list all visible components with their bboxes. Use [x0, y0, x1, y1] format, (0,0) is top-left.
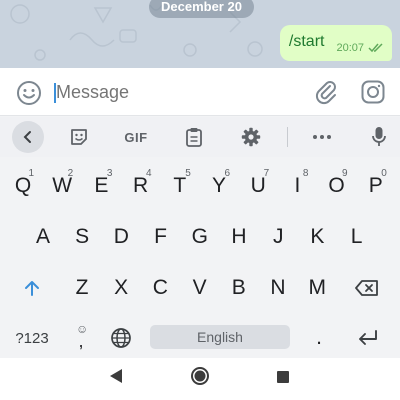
key-label: F — [154, 225, 167, 248]
mic-icon[interactable] — [367, 125, 391, 149]
backspace-key[interactable] — [347, 268, 387, 308]
key-label: I — [294, 174, 301, 197]
key-hint: 4 — [146, 168, 152, 179]
period-key[interactable]: . — [302, 318, 336, 358]
key-m[interactable]: M — [300, 268, 334, 308]
key-hint: 8 — [302, 168, 309, 179]
key-label: G — [191, 225, 208, 248]
outgoing-message-bubble[interactable]: /start 20:07 — [279, 25, 392, 61]
camera-icon[interactable] — [360, 79, 386, 105]
key-v[interactable]: V — [183, 268, 217, 308]
key-label: M — [308, 276, 326, 299]
backspace-icon — [355, 280, 378, 296]
key-s[interactable]: S — [65, 217, 99, 257]
key-f[interactable]: F — [144, 217, 178, 257]
key-r[interactable]: R4 — [124, 166, 158, 206]
key-label: V — [192, 276, 207, 299]
key-q[interactable]: Q1 — [6, 166, 40, 206]
key-c[interactable]: C — [143, 268, 177, 308]
key-label: C — [152, 276, 168, 299]
nav-home-icon[interactable] — [190, 366, 210, 386]
message-input[interactable] — [56, 82, 286, 103]
keyboard: Q1W2E3R4T5Y6U7I8O9P0 ASDFGHJKL ZXCVBNM ?… — [0, 157, 400, 358]
nav-recents-icon[interactable] — [277, 371, 289, 383]
chat-area: December 20 /start 20:07 — [0, 0, 400, 68]
key-j[interactable]: J — [261, 217, 295, 257]
double-check-icon — [368, 43, 383, 53]
toolbar-divider — [287, 127, 288, 147]
emoji-icon[interactable] — [16, 80, 42, 106]
language-key[interactable] — [104, 318, 138, 358]
key-label: D — [113, 225, 129, 248]
key-label: N — [270, 276, 286, 299]
nav-back-icon[interactable] — [109, 368, 123, 384]
key-hint: 5 — [185, 168, 191, 179]
more-icon[interactable] — [309, 125, 335, 149]
key-label: S — [75, 225, 90, 248]
gif-button[interactable]: GIF — [122, 125, 150, 149]
key-label: A — [35, 225, 50, 248]
key-label: H — [231, 225, 247, 248]
key-g[interactable]: G — [183, 217, 217, 257]
key-a[interactable]: A — [26, 217, 60, 257]
gif-label: GIF — [124, 129, 148, 145]
key-label: L — [350, 225, 363, 248]
key-label: Z — [75, 276, 89, 299]
key-l[interactable]: L — [340, 217, 374, 257]
key-e[interactable]: E3 — [84, 166, 118, 206]
key-h[interactable]: H — [222, 217, 256, 257]
shift-key[interactable] — [12, 268, 52, 308]
sticker-icon[interactable] — [67, 125, 91, 149]
key-hint: 1 — [28, 168, 34, 179]
key-b[interactable]: B — [222, 268, 256, 308]
key-w[interactable]: W2 — [45, 166, 79, 206]
shift-arrow-icon — [25, 281, 39, 296]
globe-icon — [111, 328, 131, 348]
key-hint: 6 — [224, 168, 230, 179]
comma-key[interactable]: ☺ , — [66, 318, 96, 358]
key-p[interactable]: P0 — [359, 166, 393, 206]
key-u[interactable]: U7 — [241, 166, 275, 206]
key-z[interactable]: Z — [65, 268, 99, 308]
clipboard-icon[interactable] — [182, 125, 206, 149]
key-i[interactable]: I8 — [280, 166, 314, 206]
key-x[interactable]: X — [104, 268, 138, 308]
message-composer — [0, 68, 400, 116]
enter-arrow-icon — [359, 330, 377, 345]
key-hint: 0 — [381, 168, 387, 179]
keyboard-toolbar: GIF — [0, 117, 400, 157]
message-text: /start — [288, 32, 325, 50]
enter-key[interactable] — [348, 318, 388, 358]
date-separator: December 20 — [149, 0, 254, 18]
message-time: 20:07 — [336, 42, 364, 54]
emoji-hint-icon: ☺ — [76, 322, 89, 336]
key-o[interactable]: O9 — [320, 166, 354, 206]
key-label: K — [310, 225, 325, 248]
key-k[interactable]: K — [300, 217, 334, 257]
key-label: B — [231, 276, 246, 299]
key-hint: 3 — [106, 168, 113, 179]
key-hint: 9 — [342, 168, 348, 179]
key-label: J — [272, 225, 284, 248]
key-hint: 2 — [67, 168, 74, 179]
space-key[interactable]: English — [150, 325, 290, 349]
key-y[interactable]: Y6 — [202, 166, 236, 206]
key-n[interactable]: N — [261, 268, 295, 308]
key-label: X — [114, 276, 129, 299]
system-navigation-bar — [0, 358, 400, 400]
attach-icon[interactable] — [313, 79, 339, 105]
key-hint: 7 — [263, 168, 270, 179]
back-chevron-icon[interactable] — [12, 121, 44, 153]
gear-icon[interactable] — [239, 125, 263, 149]
key-t[interactable]: T5 — [163, 166, 197, 206]
symbols-key[interactable]: ?123 — [10, 318, 54, 358]
key-d[interactable]: D — [104, 217, 138, 257]
